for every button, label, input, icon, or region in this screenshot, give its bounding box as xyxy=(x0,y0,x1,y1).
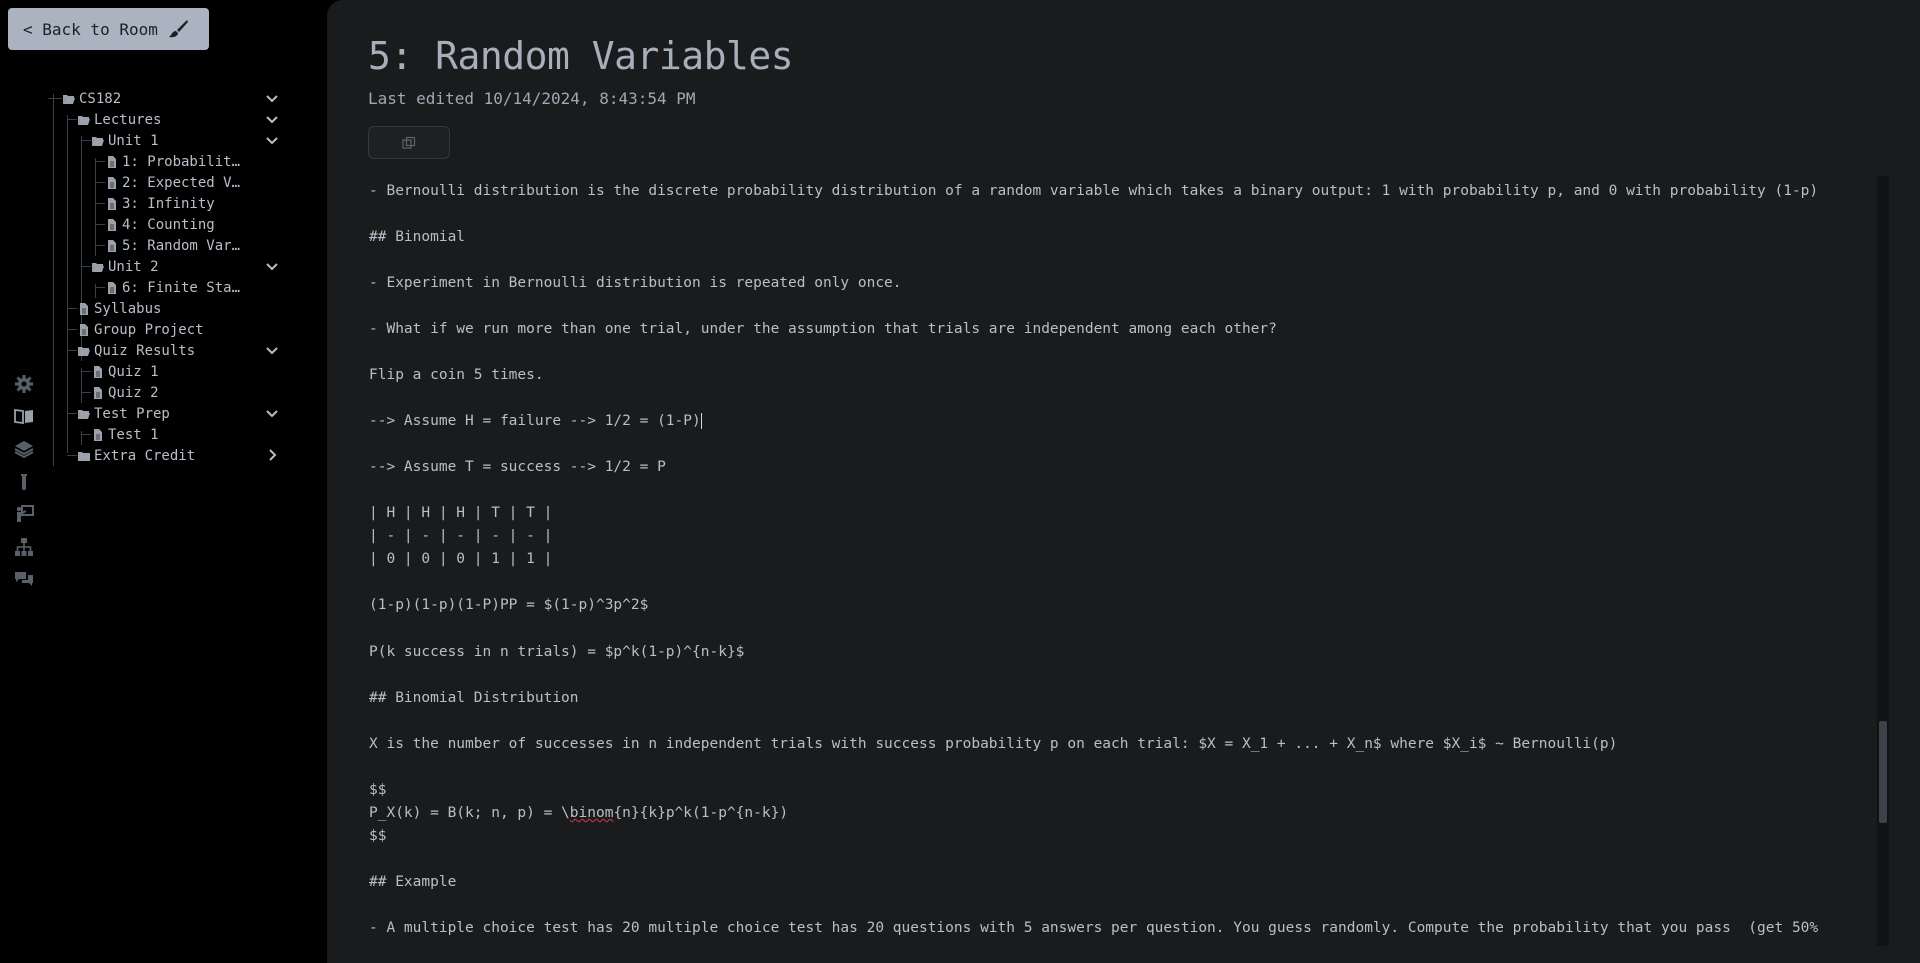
layers-icon[interactable] xyxy=(12,437,36,461)
editor-line: - Bernoulli distribution is the discrete… xyxy=(369,183,1819,199)
editor-line: ## Binomial Distribution xyxy=(369,690,579,706)
editor-line: $$ xyxy=(369,782,387,798)
folder-closed-icon xyxy=(78,451,90,461)
editor-line: (1-p)(1-p)(1-P)PP = $(1-p)^3p^2$ xyxy=(369,597,649,613)
file-icon xyxy=(80,323,88,336)
tree-file-quiz-2[interactable]: Quiz 2 xyxy=(81,382,159,403)
book-icon[interactable] xyxy=(12,404,36,428)
editor-line: Flip a coin 5 times. xyxy=(369,367,544,383)
markdown-editor[interactable]: - Bernoulli distribution is the discrete… xyxy=(369,176,1879,946)
paintbrush-icon xyxy=(169,20,188,38)
file-icon xyxy=(94,428,102,441)
file-icon xyxy=(108,239,116,252)
editor-line: $$ xyxy=(369,828,387,844)
editor-line: | 0 | 0 | 0 | 1 | 1 | xyxy=(369,551,553,567)
chevron-down-icon[interactable] xyxy=(264,258,280,274)
note-panel: 5: Random Variables Last edited 10/14/20… xyxy=(327,0,1920,963)
copy-icon xyxy=(402,136,416,149)
editor-line: ## Example xyxy=(369,874,457,890)
file-icon xyxy=(108,155,116,168)
editor-line: | H | H | H | T | T | xyxy=(369,505,553,521)
page-title: 5: Random Variables xyxy=(368,34,794,78)
chevron-down-icon[interactable] xyxy=(264,90,280,106)
back-to-room-button[interactable]: < Back to Room xyxy=(8,8,209,50)
editor-line: - A multiple choice test has 20 multiple… xyxy=(369,920,1819,936)
editor-line: - Experiment in Bernoulli distribution i… xyxy=(369,275,902,291)
tree-file-probability[interactable]: 1: Probabilit… xyxy=(95,151,240,172)
gear-icon[interactable] xyxy=(12,372,36,396)
folder-open-icon xyxy=(78,409,90,419)
chevron-right-icon[interactable] xyxy=(264,447,280,463)
sitemap-icon[interactable] xyxy=(12,535,36,559)
editor-line: --> Assume H = failure --> 1/2 = (1-P) xyxy=(369,411,702,431)
folder-open-icon xyxy=(92,136,104,146)
copy-button[interactable] xyxy=(368,126,450,159)
file-icon xyxy=(108,176,116,189)
chevron-down-icon[interactable] xyxy=(264,405,280,421)
text-caret xyxy=(700,413,702,429)
editor-line-text: {n}{k}p^k(1-p^{n-k}) xyxy=(613,805,789,821)
editor-line: P(k success in n trials) = $p^k(1-p)^{n-… xyxy=(369,644,745,660)
back-to-room-label: < Back to Room xyxy=(23,19,158,39)
chevron-down-icon[interactable] xyxy=(264,111,280,127)
editor-line: P_X(k) = B(k; n, p) = \binom{n}{k}p^k(1-… xyxy=(369,803,788,823)
last-edited-text: Last edited 10/14/2024, 8:43:54 PM xyxy=(368,89,696,108)
file-icon xyxy=(94,386,102,399)
presentation-icon[interactable] xyxy=(12,502,36,526)
tree-file-infinity[interactable]: 3: Infinity xyxy=(95,193,240,214)
chat-icon[interactable] xyxy=(12,567,36,591)
file-icon xyxy=(94,365,102,378)
tree-file-syllabus[interactable]: Syllabus xyxy=(67,298,161,319)
tree-folder-unit-1[interactable]: Unit 1 xyxy=(81,130,159,151)
file-icon xyxy=(80,302,88,315)
tree-file-finite-state[interactable]: 6: Finite Sta… xyxy=(95,277,240,298)
file-icon xyxy=(108,218,116,231)
chevron-down-icon[interactable] xyxy=(264,342,280,358)
tree-folder-lectures[interactable]: Lectures xyxy=(67,109,161,130)
spellcheck-word: binom xyxy=(569,805,614,821)
editor-line: X is the number of successes in n indepe… xyxy=(369,736,1618,752)
tree-file-counting[interactable]: 4: Counting xyxy=(95,214,240,235)
tree-folder-quiz-results[interactable]: Quiz Results xyxy=(67,340,195,361)
tree-folder-extra-credit[interactable]: Extra Credit xyxy=(67,445,195,466)
tree-file-random-variables[interactable]: 5: Random Var… xyxy=(95,235,240,256)
editor-line: | - | - | - | - | - | xyxy=(369,528,553,544)
file-icon xyxy=(108,281,116,294)
file-icon xyxy=(108,197,116,210)
folder-open-icon xyxy=(92,262,104,272)
icon-rail xyxy=(0,0,48,963)
tree-folder-cs182[interactable]: CS182 xyxy=(48,88,121,109)
editor-line: ## Binomial xyxy=(369,229,466,245)
chevron-down-icon[interactable] xyxy=(264,132,280,148)
tree-file-expected-value[interactable]: 2: Expected V… xyxy=(95,172,240,193)
flask-icon[interactable] xyxy=(12,470,36,494)
editor-line-text: --> Assume H = failure --> 1/2 = (1-P) xyxy=(369,413,701,429)
tree-file-test-1[interactable]: Test 1 xyxy=(81,424,159,445)
tree-file-group-project[interactable]: Group Project xyxy=(67,319,204,340)
editor-line-text: P_X(k) = B(k; n, p) = \ xyxy=(369,805,570,821)
tree-folder-test-prep[interactable]: Test Prep xyxy=(67,403,170,424)
editor-scrollbar[interactable] xyxy=(1877,176,1889,946)
folder-open-icon xyxy=(63,94,75,104)
folder-open-icon xyxy=(78,346,90,356)
scrollbar-thumb[interactable] xyxy=(1879,721,1887,823)
tree-folder-unit-2[interactable]: Unit 2 xyxy=(81,256,159,277)
editor-line: - What if we run more than one trial, un… xyxy=(369,321,1277,337)
editor-line: --> Assume T = success --> 1/2 = P xyxy=(369,459,666,475)
tree-file-quiz-1[interactable]: Quiz 1 xyxy=(81,361,159,382)
folder-open-icon xyxy=(78,115,90,125)
